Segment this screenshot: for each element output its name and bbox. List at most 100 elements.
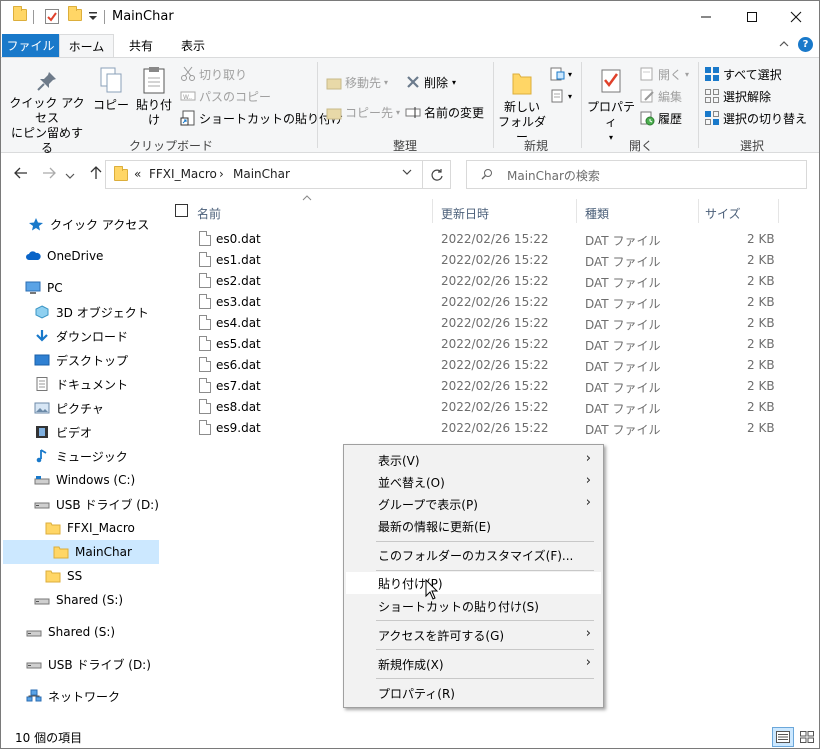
pin-quick-access-button[interactable]: クイック アクセス にピン留めする <box>7 70 87 156</box>
menu-item-refresh[interactable]: 最新の情報に更新(E) <box>346 515 601 537</box>
column-header-size[interactable]: サイズ <box>705 201 741 225</box>
column-header-type[interactable]: 種類 <box>585 201 609 225</box>
new-folder-button[interactable]: 新しい フォルダー <box>498 68 546 145</box>
select-all-checkbox[interactable] <box>175 204 188 217</box>
minimize-button[interactable] <box>683 1 729 33</box>
column-header-modified[interactable]: 更新日時 <box>441 201 489 225</box>
sort-ascending-icon <box>302 194 312 205</box>
nav-music[interactable]: ミュージック <box>1 444 161 468</box>
large-icons-view-button[interactable] <box>796 727 818 747</box>
nav-3d-objects[interactable]: 3D オブジェクト <box>1 300 161 324</box>
nav-downloads[interactable]: ダウンロード <box>1 324 161 348</box>
search-input[interactable]: MainCharの検索 <box>507 167 600 184</box>
invert-selection-button[interactable]: 選択の切り替え <box>704 108 807 128</box>
up-arrow-icon[interactable] <box>88 165 104 185</box>
properties-button[interactable]: プロパティ ▾ <box>586 68 636 145</box>
address-overflow[interactable]: « <box>134 167 141 181</box>
recent-locations-icon[interactable] <box>65 167 75 185</box>
copy-to-button[interactable]: コピー先 ▾ <box>326 102 400 122</box>
menu-item-paste-shortcut[interactable]: ショートカットの貼り付け(S) <box>346 595 601 617</box>
menu-item-paste[interactable]: 貼り付け(P) <box>346 572 601 594</box>
nav-ffxi-macro[interactable]: FFXI_Macro <box>1 516 161 540</box>
forward-arrow-icon[interactable] <box>41 165 57 185</box>
breadcrumb-ffxi-macro[interactable]: FFXI_Macro <box>149 167 217 181</box>
table-row[interactable]: es6.dat 2022/02/26 15:22 DAT ファイル 2 KB <box>161 355 801 376</box>
nav-usb-d-root[interactable]: USB ドライブ (D:) <box>1 652 161 676</box>
customize-qat-icon[interactable] <box>88 11 98 24</box>
table-row[interactable]: es1.dat 2022/02/26 15:22 DAT ファイル 2 KB <box>161 250 801 271</box>
history-button[interactable]: 履歴 <box>639 108 682 128</box>
nav-videos[interactable]: ビデオ <box>1 420 161 444</box>
new-folder-icon[interactable] <box>68 6 82 21</box>
table-row[interactable]: es5.dat 2022/02/26 15:22 DAT ファイル 2 KB <box>161 334 801 355</box>
table-row[interactable]: es2.dat 2022/02/26 15:22 DAT ファイル 2 KB <box>161 271 801 292</box>
nav-mainchar[interactable]: MainChar <box>3 540 159 564</box>
menu-item-properties[interactable]: プロパティ(R) <box>346 682 601 704</box>
copy-path-button[interactable]: W.. パスのコピー <box>180 86 271 106</box>
nav-onedrive[interactable]: OneDrive <box>1 244 161 268</box>
table-row[interactable]: es4.dat 2022/02/26 15:22 DAT ファイル 2 KB <box>161 313 801 334</box>
collapse-ribbon-icon[interactable] <box>779 38 789 51</box>
menu-item-new[interactable]: 新規作成(X) › <box>346 653 601 675</box>
rename-button[interactable]: 名前の変更 <box>405 102 484 122</box>
back-arrow-icon[interactable] <box>13 165 29 185</box>
nav-network[interactable]: ネットワーク <box>1 684 161 708</box>
search-box[interactable]: MainCharの検索 <box>466 160 807 189</box>
clipboard-group-label: クリップボード <box>129 139 214 153</box>
title-bar: MainChar <box>1 1 819 33</box>
cut-button[interactable]: 切り取り <box>180 64 247 84</box>
paste-button[interactable]: 貼り付け <box>131 66 177 128</box>
details-view-button[interactable] <box>772 727 794 747</box>
paste-shortcut-button[interactable]: ショートカットの貼り付け <box>180 108 343 128</box>
file-name: es2.dat <box>216 274 261 288</box>
column-header-name[interactable]: 名前 <box>197 201 221 225</box>
edit-button[interactable]: 編集 <box>639 86 682 106</box>
properties-check-icon[interactable] <box>45 9 59 27</box>
tab-view[interactable]: 表示 <box>171 34 215 57</box>
menu-item-view[interactable]: 表示(V) › <box>346 449 601 471</box>
address-dropdown-icon[interactable] <box>402 167 412 180</box>
breadcrumb-separator[interactable]: › <box>219 167 224 181</box>
submenu-arrow-icon: › <box>585 495 591 510</box>
table-row[interactable]: es3.dat 2022/02/26 15:22 DAT ファイル 2 KB <box>161 292 801 313</box>
easy-access-button[interactable]: ▾ <box>549 86 572 106</box>
help-icon[interactable]: ? <box>798 37 813 52</box>
tab-home[interactable]: ホーム <box>59 34 114 57</box>
copy-button[interactable]: コピー <box>93 66 129 113</box>
nav-usb-d[interactable]: USB ドライブ (D:) <box>1 492 161 516</box>
nav-pictures[interactable]: ピクチャ <box>1 396 161 420</box>
nav-desktop[interactable]: デスクトップ <box>1 348 161 372</box>
nav-shared-s[interactable]: Shared (S:) <box>1 620 161 644</box>
file-size: 2 KB <box>747 232 775 246</box>
table-row[interactable]: es0.dat 2022/02/26 15:22 DAT ファイル 2 KB <box>161 229 801 250</box>
close-button[interactable] <box>773 1 819 33</box>
table-row[interactable]: es9.dat 2022/02/26 15:22 DAT ファイル 2 KB <box>161 418 801 439</box>
file-type: DAT ファイル <box>585 318 661 332</box>
new-item-button[interactable]: ▾ <box>549 64 572 84</box>
delete-button[interactable]: 削除 ▾ <box>405 72 456 92</box>
menu-item-give-access[interactable]: アクセスを許可する(G) › <box>346 624 601 646</box>
nav-documents[interactable]: ドキュメント <box>1 372 161 396</box>
table-row[interactable]: es8.dat 2022/02/26 15:22 DAT ファイル 2 KB <box>161 397 801 418</box>
maximize-button[interactable] <box>729 1 775 33</box>
refresh-button[interactable] <box>423 160 451 189</box>
tab-share[interactable]: 共有 <box>119 34 163 57</box>
tab-file[interactable]: ファイル <box>2 34 59 57</box>
menu-item-group-by[interactable]: グループで表示(P) › <box>346 493 601 515</box>
select-all-button[interactable]: すべて選択 <box>704 64 782 84</box>
nav-quick-access[interactable]: クイック アクセス <box>1 212 161 236</box>
select-none-button[interactable]: 選択解除 <box>704 86 771 106</box>
nav-ss[interactable]: SS <box>1 564 161 588</box>
nav-windows-c[interactable]: Windows (C:) <box>1 468 161 492</box>
breadcrumb-mainchar[interactable]: MainChar <box>233 167 290 181</box>
menu-item-customize[interactable]: このフォルダーのカスタマイズ(F)... <box>346 544 601 566</box>
menu-item-sort-by[interactable]: 並べ替え(O) › <box>346 471 601 493</box>
address-bar[interactable]: « FFXI_Macro › MainChar <box>105 160 423 189</box>
open-button[interactable]: 開く ▾ <box>639 64 689 84</box>
move-to-button[interactable]: 移動先 ▾ <box>326 72 388 92</box>
copy-icon <box>99 66 123 94</box>
nav-pc[interactable]: PC <box>1 276 161 300</box>
navigation-pane: クイック アクセス OneDrive PC 3D オブジェクト ダウンロード デ… <box>1 197 161 727</box>
table-row[interactable]: es7.dat 2022/02/26 15:22 DAT ファイル 2 KB <box>161 376 801 397</box>
nav-shared-s-pc[interactable]: Shared (S:) <box>1 588 161 612</box>
